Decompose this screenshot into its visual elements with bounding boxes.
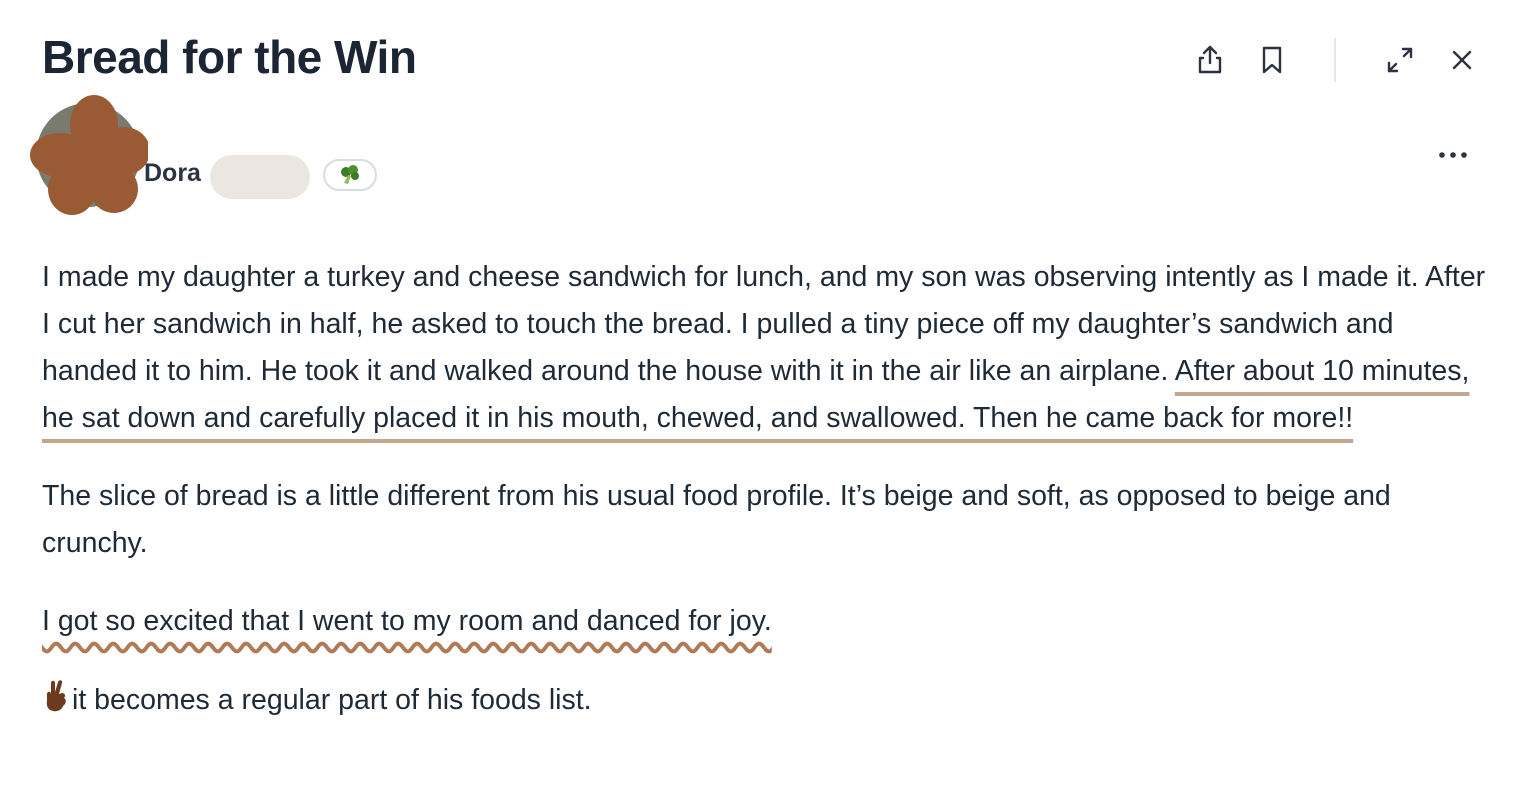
avatar-flower-mask (30, 95, 148, 215)
post-author: Dora (28, 95, 448, 215)
broccoli-icon (341, 165, 359, 184)
bookmark-icon (1262, 46, 1282, 74)
more-options-button[interactable] (1430, 140, 1476, 170)
paragraph-4-text: it becomes a regular part of his foods l… (72, 684, 592, 716)
author-name-redacted (210, 155, 310, 199)
close-button[interactable] (1440, 38, 1484, 82)
bookmark-button[interactable] (1250, 38, 1294, 82)
share-button[interactable] (1188, 38, 1232, 82)
close-icon (1452, 50, 1472, 70)
ellipsis-icon (1439, 152, 1467, 158)
paragraph-3: I got so excited that I went to my room … (42, 598, 1492, 645)
paragraph-4: it becomes a regular part of his foods l… (42, 677, 1492, 724)
author-name[interactable]: Dora (144, 159, 201, 188)
expand-button[interactable] (1378, 38, 1422, 82)
paragraph-2: The slice of bread is a little different… (42, 480, 1391, 559)
post-body: I made my daughter a turkey and cheese s… (42, 254, 1492, 724)
wavy-highlighted-passage[interactable]: I got so excited that I went to my room … (42, 605, 772, 637)
expand-icon (1387, 47, 1413, 73)
crossed-fingers-icon (46, 680, 66, 712)
post-title: Bread for the Win (42, 31, 417, 83)
avatar[interactable] (28, 95, 148, 215)
paragraph-1: I made my daughter a turkey and cheese s… (42, 254, 1492, 442)
share-icon (1198, 45, 1222, 74)
author-badge[interactable] (323, 159, 377, 191)
toolbar-divider (1334, 38, 1336, 82)
